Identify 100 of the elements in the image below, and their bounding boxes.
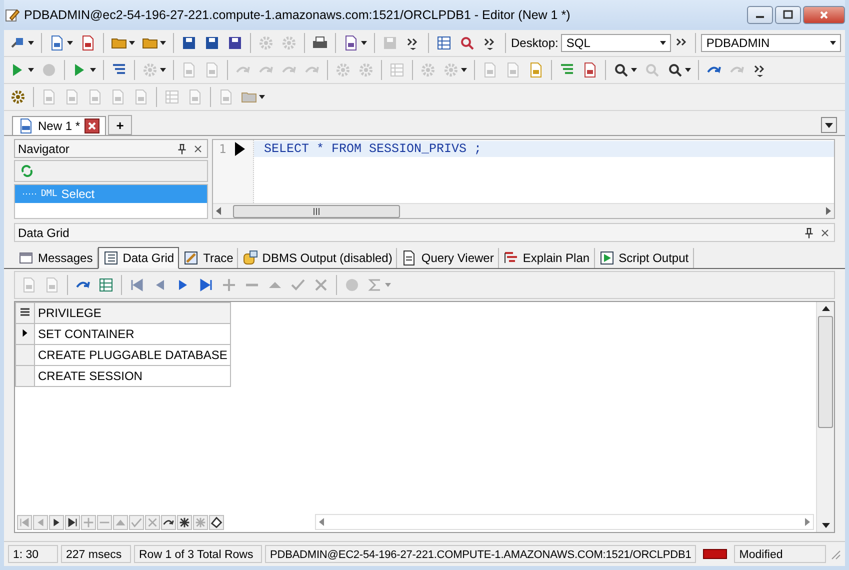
result-tab[interactable]: Messages: [14, 248, 98, 268]
caret-icon[interactable]: [685, 68, 691, 72]
up-arrow-icon[interactable]: [822, 306, 830, 312]
caret-icon[interactable]: [830, 41, 836, 45]
caret-icon[interactable]: [361, 41, 367, 45]
last-icon[interactable]: [65, 514, 80, 530]
caret-icon[interactable]: [28, 41, 34, 45]
caret-icon[interactable]: [461, 68, 467, 72]
resize-grip-icon[interactable]: [829, 548, 841, 560]
window-title: PDBADMIN@ec2-54-196-27-221.compute-1.amazonaws.com:1521/ORCLPDB1 - Editor (New 1 *): [24, 8, 572, 22]
grid-icon[interactable]: [436, 35, 452, 51]
document-icon: [401, 250, 418, 266]
caret-icon[interactable]: [129, 41, 135, 45]
pencil-icon: [183, 250, 200, 266]
close-button[interactable]: [803, 6, 845, 24]
scrollbar-thumb[interactable]: [233, 204, 400, 218]
caret-icon[interactable]: [67, 41, 73, 45]
document-icon[interactable]: [343, 35, 359, 51]
maximize-icon[interactable]: [783, 10, 793, 20]
result-tab[interactable]: Data Grid: [98, 247, 180, 269]
left-arrow-icon[interactable]: [216, 207, 222, 215]
connection-info: PDBADMIN@EC2-54-196-27-221.COMPUTE-1.AMAZONAWS.COM:1521/ORCLPDB1: [265, 545, 696, 563]
new-tab-button[interactable]: +: [108, 115, 132, 135]
close-icon[interactable]: [192, 142, 204, 154]
row-count: Row 1 of 3 Total Rows: [134, 545, 262, 563]
document-icon[interactable]: [49, 35, 65, 51]
horizontal-scrollbar[interactable]: [315, 514, 814, 530]
close-icon[interactable]: [84, 118, 100, 134]
row-header-cell[interactable]: [16, 344, 34, 366]
result-tab[interactable]: Explain Plan: [498, 248, 595, 268]
scrollbar-thumb[interactable]: [818, 316, 833, 428]
caret-icon[interactable]: [631, 68, 637, 72]
check-icon[interactable]: [129, 514, 144, 530]
grip-icon: [313, 208, 320, 214]
pin-icon[interactable]: [176, 142, 188, 154]
execution-time: 227 msecs: [61, 545, 131, 563]
caret-icon[interactable]: [259, 95, 265, 99]
next-icon[interactable]: [49, 514, 64, 530]
tab-list-button[interactable]: [821, 117, 837, 133]
maximize-button[interactable]: [775, 6, 801, 24]
pencil-icon: [4, 7, 20, 23]
desktop-label: Desktop:: [511, 36, 558, 50]
check-icon[interactable]: [290, 277, 306, 293]
column-header[interactable]: PRIVILEGE: [34, 302, 231, 324]
tree-line-icon: [23, 192, 37, 196]
minimize-button[interactable]: [747, 6, 773, 24]
cross-icon[interactable]: [313, 277, 329, 293]
sigma-icon[interactable]: [367, 277, 383, 293]
table-cell: CREATE PLUGGABLE DATABASE: [34, 344, 231, 366]
result-tab[interactable]: Trace: [179, 248, 238, 268]
search-icon[interactable]: [613, 62, 629, 78]
caret-icon[interactable]: [660, 41, 666, 45]
editor-state: Modified: [734, 545, 826, 563]
list-icon: [19, 306, 31, 318]
database-icon: [242, 250, 258, 266]
gear-icon[interactable]: [10, 89, 26, 105]
right-arrow-icon[interactable]: [825, 207, 831, 215]
result-tab[interactable]: Script Output: [594, 248, 694, 268]
document-icon: [18, 118, 34, 134]
window-icon: [18, 250, 34, 266]
document-icon[interactable]: [80, 35, 96, 51]
result-tab[interactable]: DBMS Output (disabled): [238, 248, 398, 268]
horizontal-scrollbar[interactable]: [213, 203, 834, 218]
panel-title: Data Grid: [18, 226, 70, 240]
pin-icon[interactable]: [803, 226, 815, 238]
search-icon[interactable]: [667, 62, 683, 78]
table-cell: CREATE SESSION: [34, 366, 231, 386]
right-arrow-icon[interactable]: [804, 518, 810, 526]
desktop-dropdown[interactable]: SQL: [561, 34, 672, 52]
navigator-title: Navigator: [18, 142, 70, 156]
caret-icon[interactable]: [160, 41, 166, 45]
down-arrow-icon[interactable]: [822, 522, 830, 528]
document-tab[interactable]: New 1 *: [12, 116, 106, 135]
plus-icon[interactable]: [221, 277, 237, 293]
grid-icon[interactable]: [98, 277, 114, 293]
left-arrow-icon[interactable]: [319, 518, 325, 526]
list-icon: [502, 250, 519, 266]
row-header-cell[interactable]: [16, 366, 34, 386]
table-cell: SET CONTAINER: [34, 324, 231, 344]
document-icon[interactable]: [582, 62, 598, 78]
refresh-icon[interactable]: [19, 163, 35, 179]
caret-icon[interactable]: [28, 68, 34, 72]
caret-icon[interactable]: [90, 68, 96, 72]
row-header-cell[interactable]: [16, 324, 34, 344]
status-indicator-icon: [703, 549, 728, 559]
search-icon[interactable]: [459, 35, 475, 51]
close-icon[interactable]: [819, 226, 831, 238]
line-number: 1: [219, 142, 226, 156]
caret-icon[interactable]: [160, 68, 166, 72]
first-icon[interactable]: [129, 277, 145, 293]
connection-dropdown[interactable]: PDBADMIN: [701, 34, 841, 52]
cursor-position: 1: 30: [8, 545, 58, 563]
grid-icon: [102, 250, 119, 266]
vertical-scrollbar[interactable]: [816, 302, 834, 532]
caret-icon[interactable]: [825, 122, 833, 128]
asterisk-icon[interactable]: [177, 514, 192, 530]
result-tab[interactable]: Query Viewer: [397, 248, 499, 268]
minus-icon[interactable]: [97, 514, 112, 530]
printer-icon[interactable]: [312, 35, 328, 51]
first-icon[interactable]: [17, 514, 32, 530]
